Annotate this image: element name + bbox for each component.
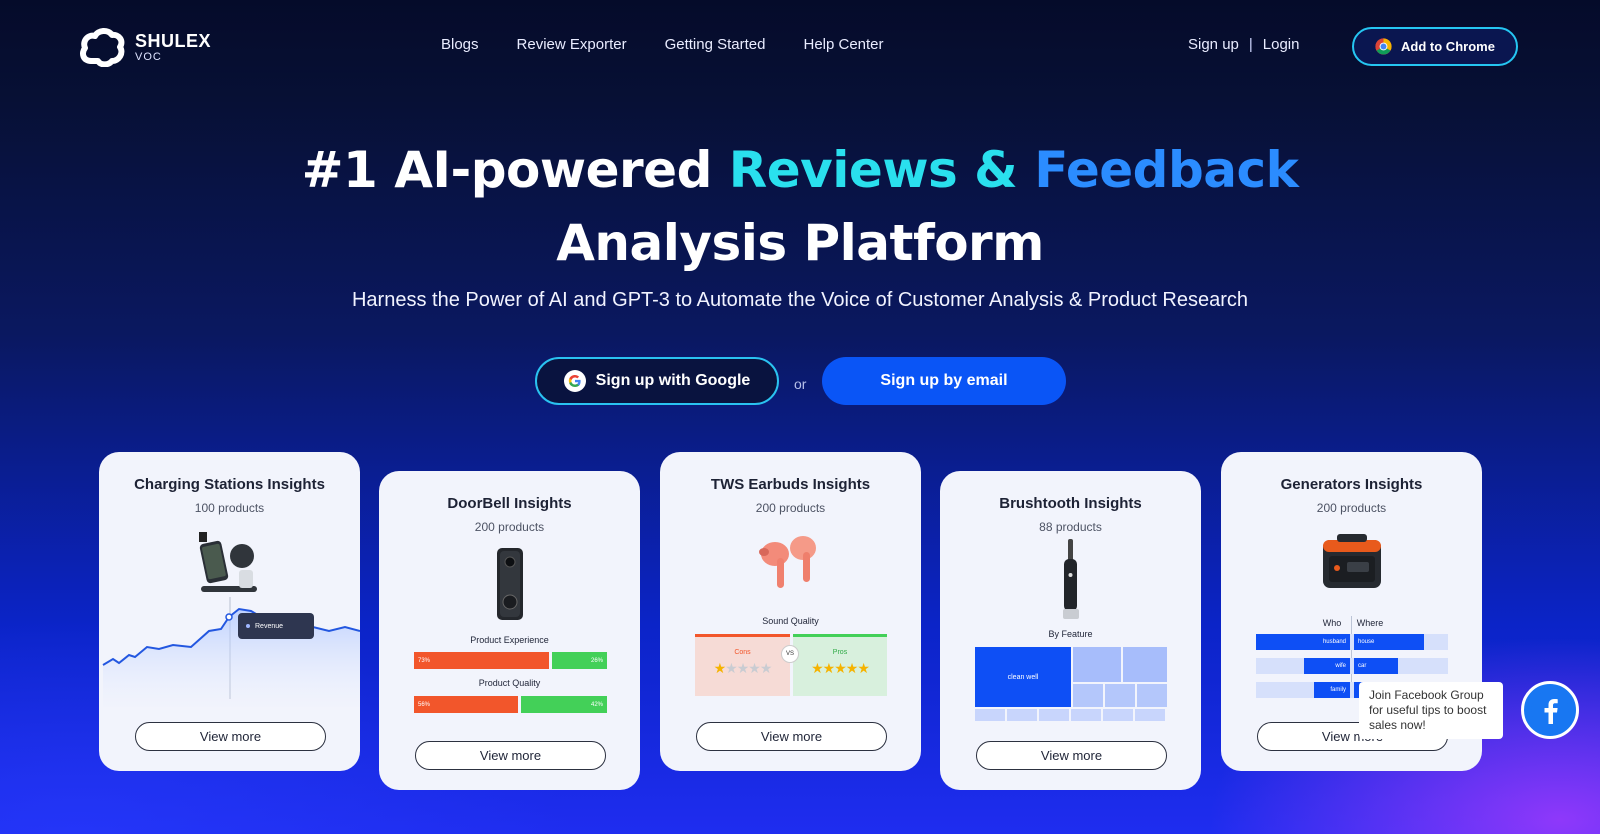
- nav-link-blogs[interactable]: Blogs: [441, 36, 479, 53]
- doorbell-image: [497, 548, 523, 620]
- card-count: 100 products: [194, 501, 265, 515]
- brand-logo[interactable]: SHULEX VOC: [79, 27, 211, 67]
- treemap-tile: [1073, 647, 1121, 682]
- who-item: family: [1314, 682, 1350, 698]
- cons-label: Cons: [734, 649, 751, 656]
- view-more-button[interactable]: View more: [415, 741, 606, 770]
- hero-title-highlight1: Reviews &: [728, 141, 1035, 199]
- who-item: husband: [1256, 634, 1350, 650]
- view-more-button[interactable]: View more: [135, 722, 326, 751]
- auth-links: Sign up | Login: [1188, 36, 1299, 53]
- who-item: wife: [1304, 658, 1350, 674]
- bar-label-product-quality: Product Quality: [478, 678, 541, 688]
- cloud-logo-icon: [80, 28, 125, 67]
- card-title: Brushtooth Insights: [999, 495, 1142, 512]
- view-more-button[interactable]: View more: [696, 722, 887, 751]
- chrome-icon: [1375, 38, 1392, 55]
- view-more-button[interactable]: View more: [976, 741, 1167, 770]
- nav-link-getting-started[interactable]: Getting Started: [665, 36, 766, 53]
- nav-links: Blogs Review Exporter Getting Started He…: [441, 36, 884, 53]
- by-feature-label: By Feature: [1048, 629, 1093, 639]
- where-header: Where: [1356, 618, 1384, 628]
- card-title: Generators Insights: [1280, 476, 1423, 493]
- brand-sub: VOC: [135, 50, 162, 63]
- insight-card-brushtooth: Brushtooth Insights 88 products By Featu…: [940, 471, 1201, 790]
- or-divider: or: [794, 376, 807, 392]
- positive-segment: 42%: [521, 696, 607, 713]
- revenue-line-chart: [102, 597, 360, 707]
- product-quality-bar: 56% 42%: [414, 696, 607, 713]
- generator-image: [1323, 534, 1381, 588]
- card-count: 200 products: [1316, 501, 1387, 515]
- pros-panel: Pros ★★★★★: [793, 634, 887, 696]
- login-link[interactable]: Login: [1263, 36, 1300, 53]
- treemap-tile-clean-well: clean well: [975, 647, 1071, 707]
- cons-stars: ★★★★★: [713, 660, 773, 676]
- insight-card-tws-earbuds: TWS Earbuds Insights 200 products Sound …: [660, 452, 921, 771]
- signup-google-label: Sign up with Google: [595, 372, 751, 389]
- add-to-chrome-label: Add to Chrome: [1401, 39, 1495, 54]
- hero-subtitle: Harness the Power of AI and GPT-3 to Aut…: [351, 289, 1248, 311]
- where-item: house: [1354, 634, 1424, 650]
- tooltip-label: Revenue: [255, 622, 284, 630]
- pros-stars: ★★★★★: [811, 660, 870, 676]
- google-icon: [563, 370, 586, 392]
- hero-title-highlight2: Feedback: [1034, 141, 1299, 199]
- cons-panel: Cons ★★★★★: [695, 634, 790, 696]
- negative-segment: 73%: [414, 652, 549, 669]
- hero-title-line2: Analysis Platform: [556, 214, 1044, 272]
- treemap-tile: [1073, 684, 1103, 707]
- card-count: 88 products: [1039, 520, 1102, 534]
- card-title: TWS Earbuds Insights: [710, 476, 871, 493]
- facebook-group-tooltip[interactable]: Join Facebook Group for useful tips to b…: [1359, 682, 1503, 739]
- charging-station-image: [199, 532, 257, 592]
- positive-segment: 26%: [552, 652, 607, 669]
- feature-treemap: clean well: [975, 647, 1167, 721]
- treemap-tile: [1105, 684, 1135, 707]
- treemap-tile: [1137, 684, 1167, 707]
- treemap-tile: [975, 709, 1167, 721]
- legend-dot: [246, 624, 250, 628]
- insight-card-charging-stations: Charging Stations Insights 100 products …: [99, 452, 360, 771]
- facebook-icon: [1531, 691, 1569, 729]
- where-item: car: [1354, 658, 1398, 674]
- revenue-tooltip: Revenue: [238, 613, 314, 639]
- hero-title-part1: #1 AI-powered: [301, 141, 729, 199]
- nav-link-help-center[interactable]: Help Center: [803, 36, 883, 53]
- card-count: 200 products: [755, 501, 826, 515]
- card-count: 200 products: [474, 520, 545, 534]
- product-experience-bar: 73% 26%: [414, 652, 607, 669]
- signup-google-button[interactable]: Sign up with Google: [535, 357, 779, 405]
- brand-name: SHULEX: [135, 30, 212, 51]
- signup-link[interactable]: Sign up: [1188, 36, 1239, 53]
- insight-card-doorbell: DoorBell Insights 200 products Product E…: [379, 471, 640, 790]
- card-title: Charging Stations Insights: [134, 476, 325, 493]
- vs-badge: VS: [781, 645, 799, 663]
- negative-segment: 56%: [414, 696, 518, 713]
- treemap-tile: [1123, 647, 1167, 682]
- card-title: DoorBell Insights: [447, 495, 572, 512]
- facebook-button[interactable]: [1521, 681, 1579, 739]
- add-to-chrome-button[interactable]: Add to Chrome: [1352, 27, 1518, 66]
- earbuds-image: [759, 536, 816, 588]
- toothbrush-image: [1063, 539, 1079, 619]
- sound-quality-label: Sound Quality: [762, 616, 819, 626]
- nav-link-review-exporter[interactable]: Review Exporter: [517, 36, 627, 53]
- top-nav: SHULEX VOC Blogs Review Exporter Getting…: [0, 0, 1600, 92]
- who-header: Who: [1322, 618, 1342, 628]
- hero-title: #1 AI-powered Reviews & Feedback Analysi…: [0, 134, 1600, 280]
- signup-email-button[interactable]: Sign up by email: [822, 357, 1066, 405]
- auth-separator: |: [1248, 36, 1253, 53]
- bar-label-product-experience: Product Experience: [470, 635, 549, 645]
- pros-label: Pros: [832, 649, 848, 656]
